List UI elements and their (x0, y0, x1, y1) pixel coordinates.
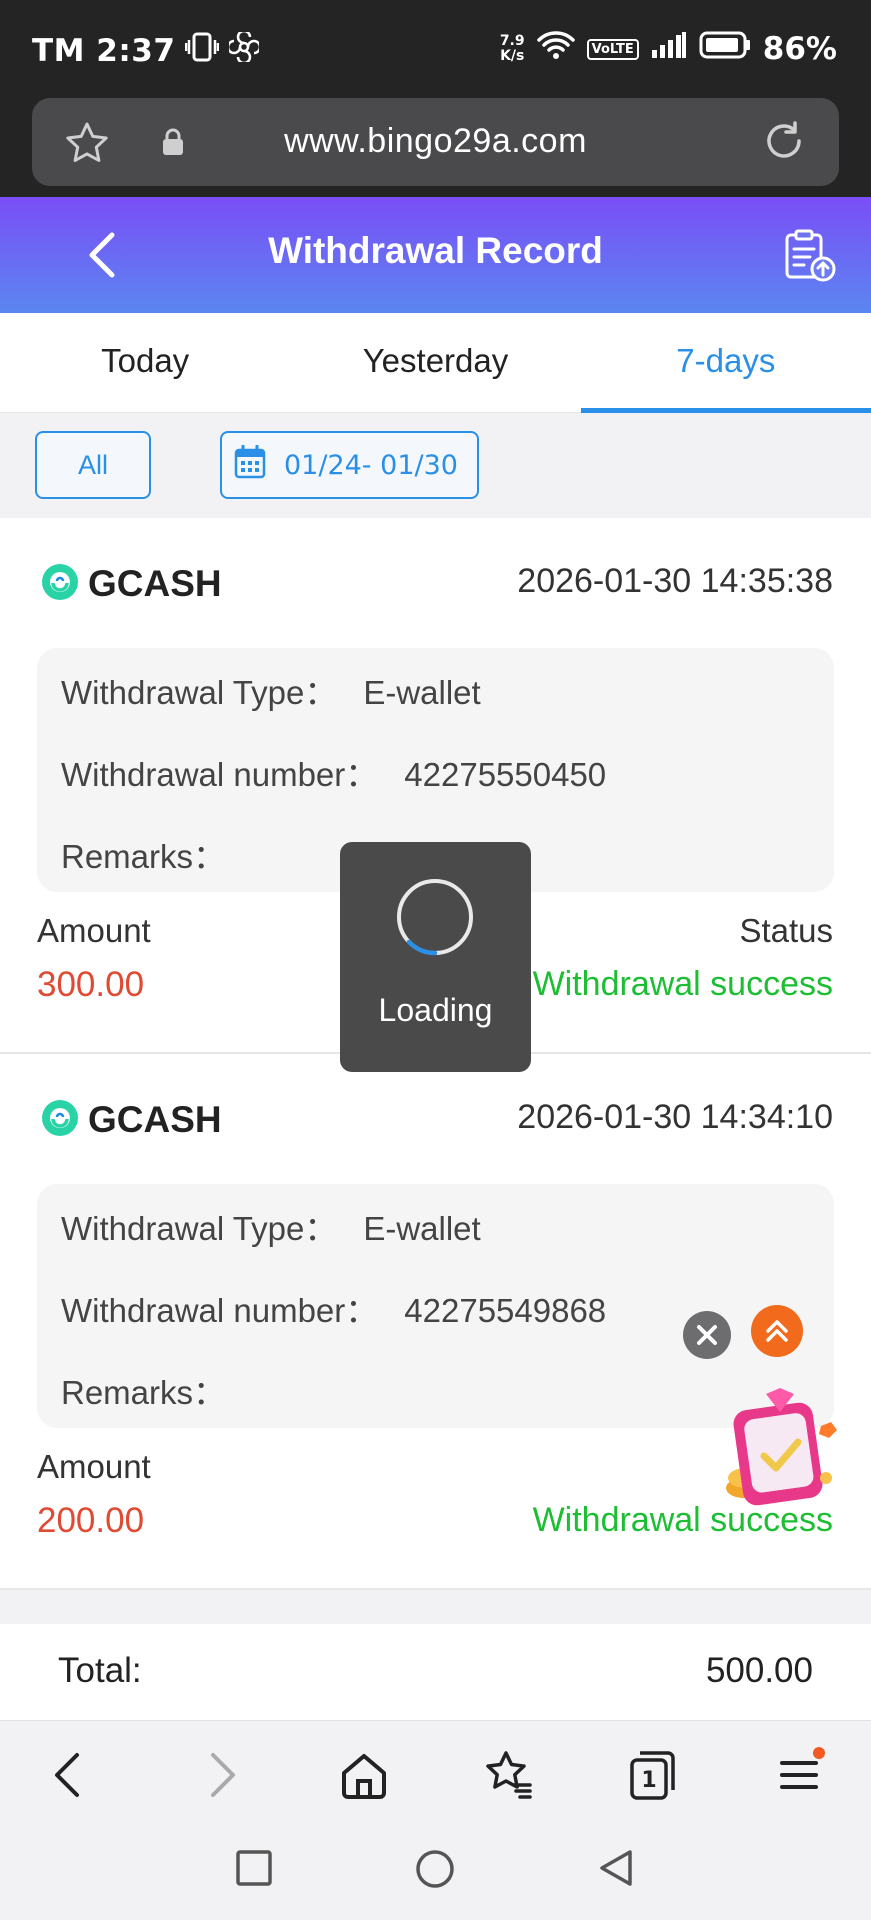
record-details: Withdrawal Type： E-wallet Withdrawal numb… (37, 1184, 834, 1428)
total-label: Total: (58, 1651, 142, 1690)
tab-count: 1 (641, 1768, 656, 1793)
withdrawal-type-label: Withdrawal Type： (61, 1210, 338, 1247)
status-label: Status (739, 912, 833, 949)
home-circle-icon[interactable] (414, 1848, 456, 1894)
float-close-button[interactable] (683, 1311, 731, 1359)
record-method: GCASH (40, 1098, 222, 1142)
method-name: GCASH (88, 563, 222, 604)
remarks-label: Remarks： (61, 838, 227, 875)
app-header: Withdrawal Record (0, 197, 871, 313)
withdrawal-type-row: Withdrawal Type： E-wallet (61, 666, 481, 714)
amount-value: 200.00 (37, 1501, 145, 1540)
method-name: GCASH (88, 1099, 222, 1140)
withdrawal-number-value: 42275549868 (404, 1292, 607, 1329)
calendar-icon (234, 444, 266, 486)
clipboard-upload-icon[interactable] (781, 227, 837, 283)
browser-forward-icon[interactable] (192, 1747, 248, 1803)
status-left: TM 2:37 (32, 29, 262, 70)
close-icon (697, 1325, 717, 1345)
loading-overlay: Loading (340, 842, 531, 1072)
double-chevron-up-icon (766, 1320, 788, 1342)
system-nav-bar (0, 1828, 871, 1920)
net-speed: 7.9 K/s (500, 34, 525, 64)
remarks-row: Remarks： (61, 830, 252, 878)
total-bar: Total: 500.00 (0, 1624, 871, 1720)
loading-spinner-icon (397, 879, 473, 956)
menu-icon[interactable] (772, 1747, 828, 1803)
withdrawal-number-row: Withdrawal number： 42275549868 (61, 1284, 606, 1332)
withdrawal-type-label: Withdrawal Type： (61, 674, 338, 711)
tab-yesterday[interactable]: Yesterday (290, 313, 580, 412)
reload-icon[interactable] (761, 118, 807, 168)
pinwheel-icon (227, 29, 262, 70)
recents-icon[interactable] (234, 1848, 274, 1892)
vibrate-icon (185, 32, 220, 70)
date-tabs: Today Yesterday 7-days (0, 313, 871, 413)
status-bar: TM 2:37 7.9 K/s VoLTE 86% (0, 0, 871, 100)
withdrawal-number-row: Withdrawal number： 42275550450 (61, 748, 606, 796)
status-time: TM 2:37 (32, 33, 176, 69)
withdrawal-number-label: Withdrawal number： (61, 1292, 379, 1329)
wifi-icon (536, 30, 575, 68)
withdrawal-number-value: 42275550450 (404, 756, 607, 793)
gcash-logo-icon (40, 562, 80, 606)
filter-row: All 01/24- 01/30 (0, 413, 871, 518)
tab-today[interactable]: Today (0, 313, 290, 412)
remarks-label: Remarks： (61, 1374, 227, 1411)
url-bar[interactable]: www.bingo29a.com (32, 98, 839, 186)
system-back-icon[interactable] (596, 1848, 636, 1892)
amount-value: 300.00 (37, 965, 145, 1004)
withdrawal-type-value: E-wallet (363, 674, 481, 711)
battery-icon (699, 31, 751, 67)
browser-bottom-nav: 1 (0, 1720, 871, 1828)
amount-label: Amount (37, 1448, 151, 1485)
record-datetime: 2026-01-30 14:34:10 (517, 1098, 833, 1136)
signal-icon (651, 31, 687, 67)
scroll-top-button[interactable] (751, 1305, 803, 1357)
status-value: Withdrawal success (532, 965, 833, 1003)
browser-back-icon[interactable] (42, 1747, 98, 1803)
tabs-icon[interactable]: 1 (624, 1747, 680, 1803)
promo-gift-icon[interactable] (716, 1386, 846, 1512)
screen: TM 2:37 7.9 K/s VoLTE 86% www.bingo29a.c… (0, 0, 871, 1920)
tab-7-days[interactable]: 7-days (580, 313, 871, 413)
volte-badge: VoLTE (586, 38, 639, 60)
record-method: GCASH (40, 562, 222, 606)
withdrawal-number-label: Withdrawal number： (61, 756, 379, 793)
record-datetime: 2026-01-30 14:35:38 (517, 562, 833, 600)
withdrawal-type-row: Withdrawal Type： E-wallet (61, 1202, 481, 1250)
url-text[interactable]: www.bingo29a.com (32, 122, 839, 161)
remarks-row: Remarks： (61, 1366, 252, 1414)
loading-text: Loading (378, 992, 493, 1028)
amount-label: Amount (37, 912, 151, 949)
filter-all-button[interactable]: All (35, 431, 151, 499)
status-right: 7.9 K/s VoLTE 86% (500, 30, 837, 68)
bookmarks-icon[interactable] (480, 1747, 536, 1803)
date-range-text: 01/24- 01/30 (284, 449, 458, 481)
battery-percent: 86% (762, 31, 837, 67)
net-speed-unit: K/s (500, 48, 525, 64)
date-range-button[interactable]: 01/24- 01/30 (220, 431, 479, 499)
total-value: 500.00 (705, 1651, 813, 1690)
page-title: Withdrawal Record (268, 230, 603, 271)
home-icon[interactable] (336, 1747, 392, 1803)
net-speed-value: 7.9 (499, 33, 525, 49)
gcash-logo-icon (40, 1098, 80, 1142)
withdrawal-type-value: E-wallet (363, 1210, 481, 1247)
